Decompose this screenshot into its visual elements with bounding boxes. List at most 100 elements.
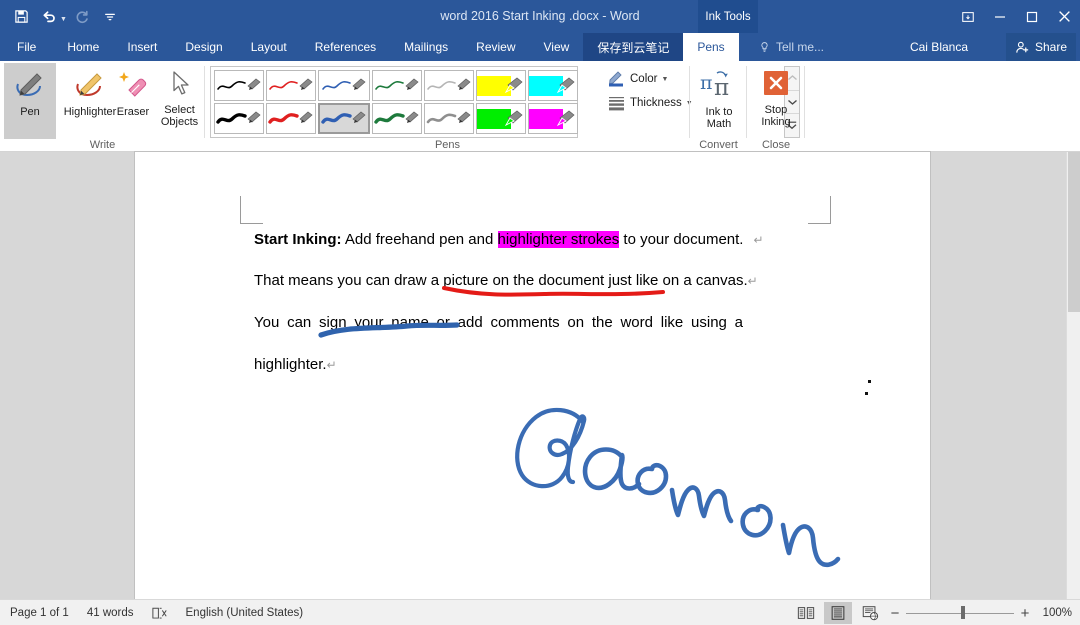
ink-to-math-button[interactable]: π π Ink to Math xyxy=(692,63,746,139)
tell-me-search[interactable]: Tell me... xyxy=(758,33,824,61)
paragraph-start-inking[interactable]: Start Inking: Add freehand pen and highl… xyxy=(254,230,764,250)
zoom-level-label[interactable]: 100% xyxy=(1036,607,1072,619)
pen-swatch-black-thick[interactable] xyxy=(214,103,264,134)
group-label-convert: Convert xyxy=(699,139,738,151)
group-label-close: Close xyxy=(761,139,791,151)
window-title: word 2016 Start Inking .docx - Word xyxy=(440,9,640,23)
eraser-tool-button[interactable]: Eraser xyxy=(108,63,158,139)
word-application-window: ▼ word 2016 Start Inking .docx - Word In… xyxy=(0,0,1080,625)
pen-tool-button[interactable]: Pen xyxy=(4,63,56,139)
svg-text:π: π xyxy=(700,72,713,94)
paragraph-1-highlighted-text: highlighter strokes xyxy=(497,231,620,248)
pen-swatch-gray-thick[interactable] xyxy=(424,103,474,134)
paragraph-1-pilcrow: ↵ xyxy=(753,233,764,247)
highlighter-icon xyxy=(76,73,102,97)
share-person-icon xyxy=(1016,41,1029,53)
ribbon-display-options-button[interactable] xyxy=(952,0,984,33)
highlighter-swatch-cyan[interactable] xyxy=(528,70,578,101)
ink-color-icon xyxy=(609,71,623,87)
highlighter-swatch-magenta[interactable] xyxy=(528,103,578,134)
color-label: Color xyxy=(630,73,658,85)
tab-references[interactable]: References xyxy=(301,33,390,61)
cursor-arrow-icon xyxy=(172,71,189,95)
word-count[interactable]: 41 words xyxy=(87,607,134,619)
thickness-label: Thickness xyxy=(630,97,682,109)
paragraph-canvas[interactable]: That means you can draw a picture on the… xyxy=(254,271,758,291)
paragraph-1-bold-lead: Start Inking: xyxy=(254,231,342,248)
color-dropdown-button[interactable]: Color ▼ xyxy=(605,69,671,89)
ink-to-math-label-line2: Math xyxy=(706,118,732,130)
ribbon-group-pens: Color ▼ Thickness ▼ Pens xyxy=(205,61,800,152)
tab-review[interactable]: Review xyxy=(462,33,529,61)
web-layout-view-button[interactable] xyxy=(856,602,884,624)
highlighter-swatch-green[interactable] xyxy=(476,103,526,134)
select-objects-button[interactable]: Select Objects xyxy=(156,63,203,139)
vertical-scrollbar[interactable] xyxy=(1066,152,1080,599)
ribbon-group-close: Stop Inking Close xyxy=(747,61,805,152)
pen-swatch-green-thick[interactable] xyxy=(372,103,422,134)
window-controls xyxy=(952,0,1080,33)
eraser-icon xyxy=(119,72,147,97)
print-layout-view-button[interactable] xyxy=(824,602,852,624)
group-separator-4 xyxy=(804,66,805,138)
tab-design[interactable]: Design xyxy=(171,33,236,61)
tab-file[interactable]: File xyxy=(0,33,54,61)
group-label-write: Write xyxy=(89,139,116,151)
ribbon-tabs: File Home Insert Design Layout Reference… xyxy=(0,33,739,61)
tab-insert[interactable]: Insert xyxy=(113,33,171,61)
pen-tool-label: Pen xyxy=(20,106,40,118)
stop-inking-label-line1: Stop xyxy=(764,104,788,116)
zoom-out-button[interactable]: − xyxy=(888,605,902,622)
paragraph-1-text-before: Add freehand pen and xyxy=(341,231,498,248)
user-account-name[interactable]: Cai Blanca xyxy=(910,33,968,61)
paragraph-2-pilcrow: ↵ xyxy=(747,274,758,288)
svg-text:π: π xyxy=(714,75,729,101)
stray-ink-dot-2 xyxy=(865,392,868,395)
pens-gallery[interactable] xyxy=(210,66,578,138)
read-mode-view-button[interactable] xyxy=(792,602,820,624)
thickness-dropdown-button[interactable]: Thickness ▼ xyxy=(605,93,696,113)
color-caret-icon[interactable]: ▼ xyxy=(661,76,668,83)
title-bar: ▼ word 2016 Start Inking .docx - Word In… xyxy=(0,0,1080,33)
paragraph-4-pilcrow: ↵ xyxy=(326,358,337,372)
stop-inking-button[interactable]: Stop Inking xyxy=(749,63,803,139)
stop-inking-icon xyxy=(764,71,788,95)
pen-icon xyxy=(16,73,42,97)
pen-swatch-gray-thin[interactable] xyxy=(424,70,474,101)
tab-layout[interactable]: Layout xyxy=(237,33,301,61)
proofing-errors-icon[interactable] xyxy=(151,606,168,620)
ink-thickness-icon xyxy=(609,97,624,111)
signature-ink xyxy=(515,407,841,568)
tab-view[interactable]: View xyxy=(530,33,584,61)
paragraph-sign[interactable]: You can sign your name or add comments o… xyxy=(254,313,810,333)
pen-swatch-blue-thin[interactable] xyxy=(318,70,370,101)
tab-save-to-cloud-notes[interactable]: 保存到云笔记 xyxy=(583,33,684,61)
close-button[interactable] xyxy=(1048,0,1080,33)
pen-swatch-green-thin[interactable] xyxy=(372,70,422,101)
pen-swatch-red-thick[interactable] xyxy=(266,103,316,134)
ribbon-tab-strip: File Home Insert Design Layout Reference… xyxy=(0,33,1080,61)
pen-swatch-red-thin[interactable] xyxy=(266,70,316,101)
zoom-slider[interactable] xyxy=(906,600,1014,625)
zoom-in-button[interactable]: + xyxy=(1018,605,1032,622)
share-button[interactable]: Share xyxy=(1005,33,1076,61)
paragraph-sign-continued[interactable]: highlighter.↵ xyxy=(254,355,337,375)
page-info[interactable]: Page 1 of 1 xyxy=(10,607,69,619)
tell-me-placeholder: Tell me... xyxy=(776,40,825,54)
select-objects-label-line2: Objects xyxy=(160,116,199,128)
zoom-slider-handle[interactable] xyxy=(961,606,965,619)
stray-ink-dot-1 xyxy=(868,380,871,383)
tab-home[interactable]: Home xyxy=(53,33,113,61)
restore-button[interactable] xyxy=(1016,0,1048,33)
document-page[interactable]: Start Inking: Add freehand pen and highl… xyxy=(135,152,930,599)
zoom-slider-track xyxy=(906,613,1014,614)
highlighter-swatch-yellow[interactable] xyxy=(476,70,526,101)
tab-mailings[interactable]: Mailings xyxy=(390,33,462,61)
pen-swatch-black-thin[interactable] xyxy=(214,70,264,101)
vertical-scrollbar-thumb[interactable] xyxy=(1068,152,1080,312)
tab-pens[interactable]: Pens xyxy=(683,33,739,61)
minimize-button[interactable] xyxy=(984,0,1016,33)
pen-swatch-blue-thick[interactable] xyxy=(318,103,370,134)
language-indicator[interactable]: English (United States) xyxy=(186,607,304,619)
contextual-tab-ink-tools: Ink Tools xyxy=(698,0,758,33)
